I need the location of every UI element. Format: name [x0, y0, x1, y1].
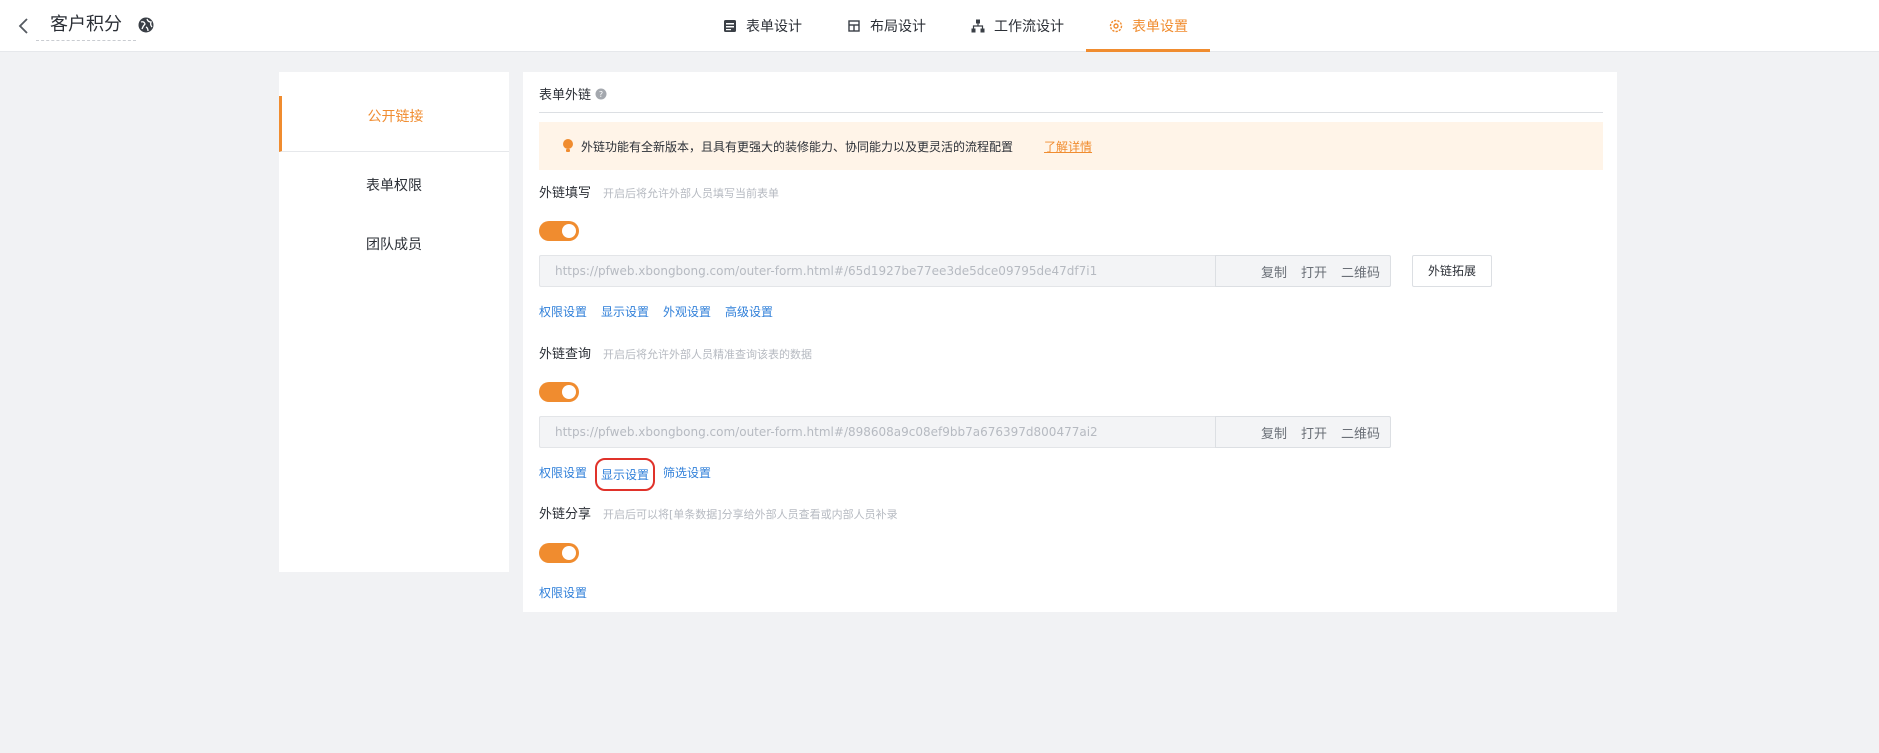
query-toggle[interactable]	[539, 382, 579, 402]
share-toggle[interactable]	[539, 543, 579, 563]
query-url-group: 复制 打开 二维码	[539, 416, 1391, 448]
fill-url-actions: 复制 打开 二维码	[1215, 255, 1391, 287]
sidebar-item-team-members[interactable]: 团队成员	[279, 235, 509, 255]
learn-more-link[interactable]: 了解详情	[1044, 138, 1092, 155]
notice-text: 外链功能有全新版本，且具有更强大的装修能力、协同能力以及更灵活的流程配置	[581, 139, 1014, 154]
tab-label: 表单设计	[746, 19, 802, 35]
query-links: 权限设置 显示设置 筛选设置	[539, 458, 711, 491]
fill-qrcode-button[interactable]: 二维码	[1341, 262, 1380, 281]
tab-workflow-design[interactable]: 工作流设计	[948, 0, 1086, 52]
tab-label: 布局设计	[870, 19, 926, 35]
query-copy-button[interactable]: 复制	[1261, 423, 1287, 442]
fill-links: 权限设置 显示设置 外观设置 高级设置	[539, 303, 773, 320]
query-section-label: 外链查询 开启后将允许外部人员精准查询该表的数据	[539, 343, 812, 362]
settings-sidebar: 公开链接 表单权限 团队成员	[279, 72, 509, 572]
query-hint: 开启后将允许外部人员精准查询该表的数据	[603, 348, 813, 361]
form-icon	[722, 18, 738, 34]
query-open-button[interactable]: 打开	[1301, 423, 1327, 442]
fill-url-input[interactable]	[539, 255, 1215, 287]
help-icon[interactable]: ?	[595, 88, 607, 100]
upgrade-notice: 外链功能有全新版本，且具有更强大的装修能力、协同能力以及更灵活的流程配置 了解详…	[539, 122, 1603, 170]
tab-label: 工作流设计	[994, 19, 1064, 35]
tab-form-design[interactable]: 表单设计	[700, 0, 824, 52]
lightbulb-icon	[561, 138, 575, 154]
fill-section-label: 外链填写 开启后将允许外部人员填写当前表单	[539, 182, 779, 201]
sidebar-item-public-link[interactable]: 公开链接	[279, 96, 509, 152]
share-links: 权限设置	[539, 584, 587, 601]
share-permission-link[interactable]: 权限设置	[539, 584, 587, 601]
fill-toggle[interactable]	[539, 221, 579, 241]
query-display-link[interactable]: 显示设置	[595, 458, 656, 491]
link-extend-button[interactable]: 外链拓展	[1412, 255, 1492, 287]
fill-advanced-link[interactable]: 高级设置	[725, 303, 773, 320]
layout-icon	[846, 18, 862, 34]
top-header: 客户积分 表单设计 布局设计 工作流设计 表单设置	[0, 0, 1879, 52]
fill-open-button[interactable]: 打开	[1301, 262, 1327, 281]
share-label: 外链分享	[539, 507, 592, 522]
tab-label: 表单设置	[1132, 19, 1188, 35]
svg-text:?: ?	[599, 90, 603, 99]
section-divider	[539, 112, 1603, 113]
workflow-icon	[970, 18, 986, 34]
tab-form-settings[interactable]: 表单设置	[1086, 0, 1210, 52]
share-section-label: 外链分享 开启后可以将[单条数据]分享给外部人员查看或内部人员补录	[539, 503, 898, 522]
fill-display-link[interactable]: 显示设置	[601, 303, 649, 320]
main-panel: 表单外链 ? 外链功能有全新版本，且具有更强大的装修能力、协同能力以及更灵活的流…	[523, 72, 1617, 612]
back-arrow-icon[interactable]	[14, 14, 34, 38]
query-filter-link[interactable]: 筛选设置	[663, 464, 711, 485]
query-url-input[interactable]	[539, 416, 1215, 448]
fill-appearance-link[interactable]: 外观设置	[663, 303, 711, 320]
tab-layout-design[interactable]: 布局设计	[824, 0, 948, 52]
fill-permission-link[interactable]: 权限设置	[539, 303, 587, 320]
query-qrcode-button[interactable]: 二维码	[1341, 423, 1380, 442]
settings-icon	[1108, 18, 1124, 34]
fill-hint: 开启后将允许外部人员填写当前表单	[603, 187, 780, 200]
query-permission-link[interactable]: 权限设置	[539, 464, 587, 485]
section-title: 表单外链 ?	[539, 84, 607, 103]
app-title[interactable]: 客户积分	[36, 11, 136, 41]
fill-label: 外链填写	[539, 186, 592, 201]
fill-copy-button[interactable]: 复制	[1261, 262, 1287, 281]
share-hint: 开启后可以将[单条数据]分享给外部人员查看或内部人员补录	[603, 508, 898, 521]
query-label: 外链查询	[539, 347, 592, 362]
globe-icon[interactable]	[137, 16, 155, 34]
section-title-text: 表单外链	[539, 88, 592, 103]
fill-url-group: 复制 打开 二维码	[539, 255, 1391, 287]
sidebar-item-form-permission[interactable]: 表单权限	[279, 176, 509, 196]
main-tabs: 表单设计 布局设计 工作流设计 表单设置	[700, 0, 1210, 52]
query-url-actions: 复制 打开 二维码	[1215, 416, 1391, 448]
